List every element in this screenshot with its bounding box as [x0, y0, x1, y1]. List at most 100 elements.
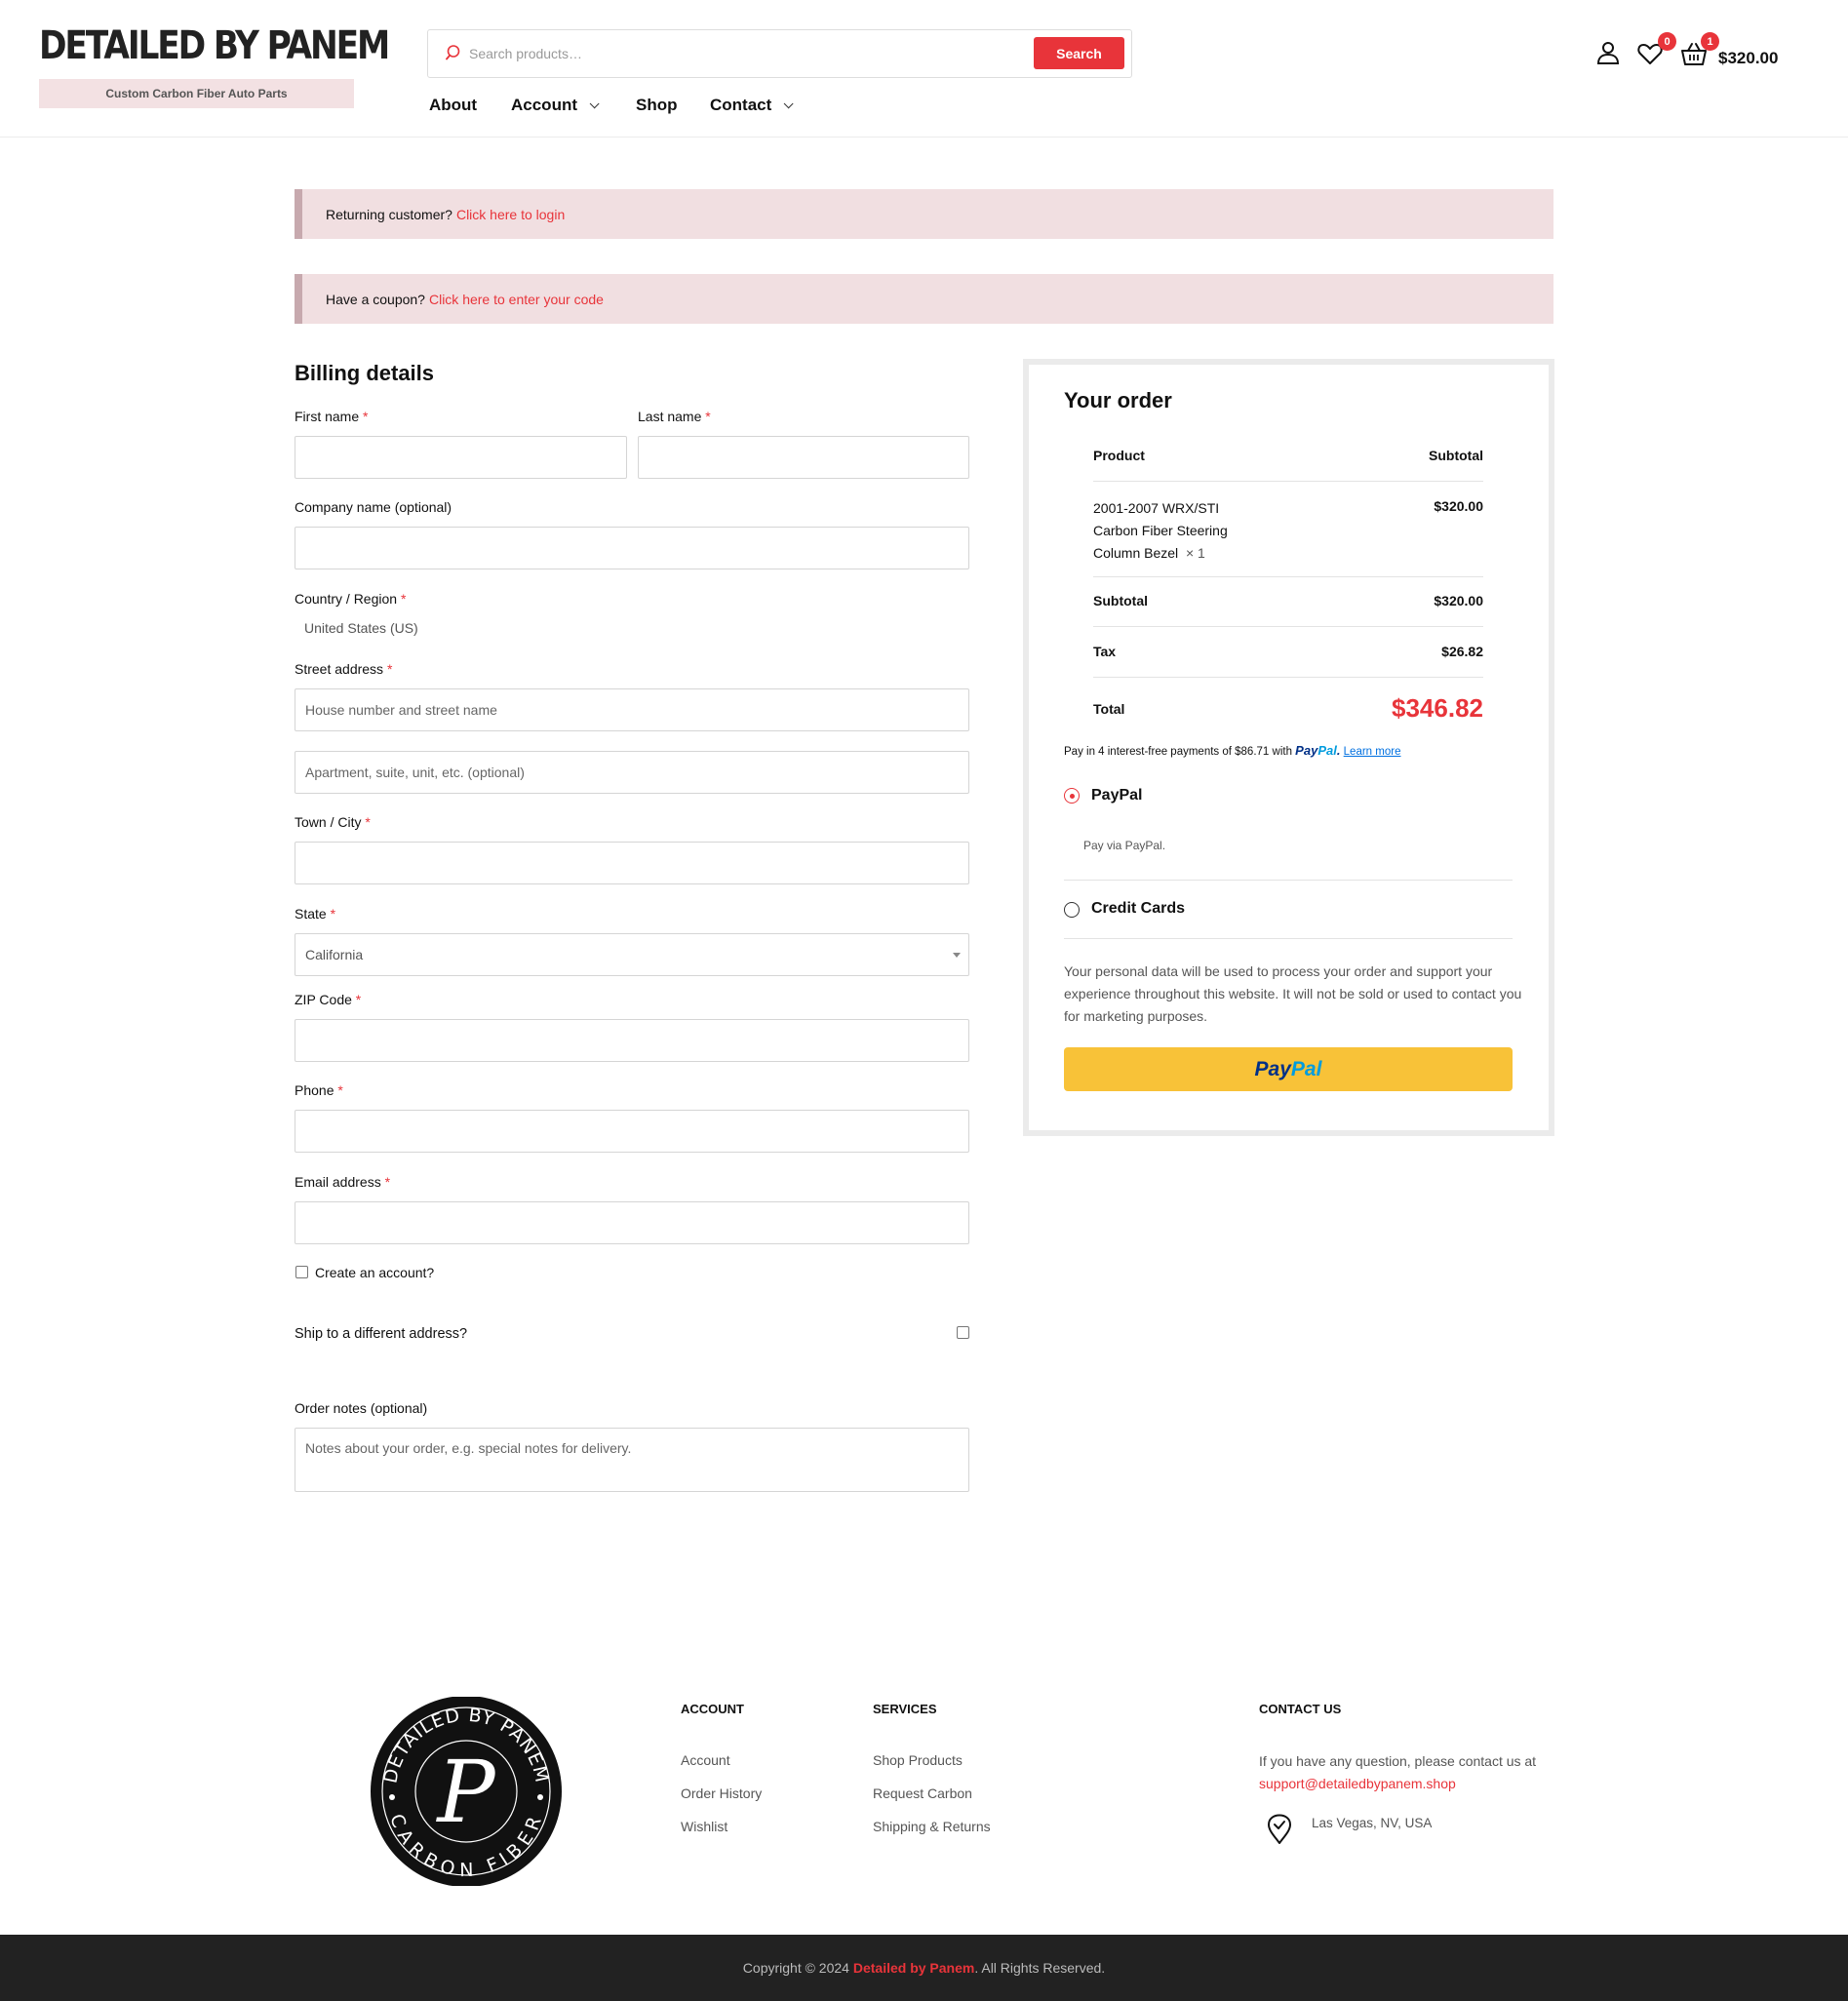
street-address-field[interactable]: House number and street name — [295, 688, 969, 731]
order-col-subtotal: Subtotal — [1429, 448, 1483, 463]
create-account-checkbox[interactable] — [295, 1266, 308, 1278]
street-label: Street address * — [295, 661, 393, 677]
last-name-field[interactable] — [638, 436, 969, 479]
ship-different-label[interactable]: Ship to a different address? — [295, 1326, 467, 1342]
site-logo-title[interactable]: DETAILED BY PANEM — [39, 23, 390, 68]
copyright-brand-link[interactable]: Detailed by Panem — [853, 1960, 975, 1976]
footer-link-shipping-returns[interactable]: Shipping & Returns — [873, 1819, 991, 1834]
footer-services-title: SERVICES — [873, 1702, 937, 1716]
privacy-notice: Your personal data will be used to proce… — [1064, 963, 1522, 1024]
coupon-notice-text: Have a coupon? — [326, 291, 425, 307]
country-label: Country / Region * — [295, 591, 407, 607]
company-field[interactable] — [295, 527, 969, 569]
cart-total[interactable]: $320.00 — [1718, 49, 1778, 68]
main-nav: About Account Shop Contact — [429, 96, 839, 119]
location-pin-icon — [1268, 1814, 1291, 1844]
order-item-qty: × 1 — [1185, 545, 1205, 561]
nav-item-contact[interactable]: Contact — [710, 96, 794, 115]
payment-divider — [1064, 938, 1513, 939]
search-icon — [446, 45, 460, 60]
subtotal-value: $320.00 — [1434, 593, 1483, 608]
order-divider — [1093, 576, 1483, 577]
chevron-down-icon — [783, 98, 794, 108]
billing-title: Billing details — [295, 361, 435, 385]
footer-account-title: ACCOUNT — [681, 1702, 744, 1716]
order-divider — [1093, 626, 1483, 627]
subtotal-label: Subtotal — [1093, 593, 1148, 608]
last-name-label: Last name * — [638, 409, 711, 424]
credit-cards-method-label[interactable]: Credit Cards — [1091, 900, 1185, 918]
first-name-label: First name * — [295, 409, 369, 424]
order-notes-field[interactable]: Notes about your order, e.g. special not… — [295, 1428, 969, 1492]
country-value: United States (US) — [304, 620, 418, 636]
create-account-label[interactable]: Create an account? — [315, 1265, 434, 1280]
phone-field[interactable] — [295, 1110, 969, 1153]
order-item-name: 2001-2007 WRX/STI Carbon Fiber Steering … — [1093, 500, 1228, 561]
user-icon[interactable] — [1594, 39, 1622, 66]
pay-later-message: Pay in 4 interest-free payments of $86.7… — [1064, 743, 1401, 758]
footer-link-shop-products[interactable]: Shop Products — [873, 1752, 963, 1768]
tax-value: $26.82 — [1441, 644, 1483, 659]
order-notes-label: Order notes (optional) — [295, 1400, 428, 1416]
order-item-price: $320.00 — [1434, 498, 1483, 514]
email-field[interactable] — [295, 1201, 969, 1244]
footer-logo: DETAILED BY PANEM CARBON FIBER P — [371, 1697, 562, 1886]
footer-link-order-history[interactable]: Order History — [681, 1785, 762, 1801]
total-label: Total — [1093, 701, 1125, 717]
coupon-notice: Have a coupon? Click here to enter your … — [295, 274, 1553, 324]
city-label: Town / City * — [295, 814, 371, 830]
chevron-down-icon — [589, 98, 600, 108]
paypal-radio[interactable] — [1064, 788, 1080, 804]
tax-label: Tax — [1093, 644, 1117, 659]
city-field[interactable] — [295, 842, 969, 884]
order-col-product: Product — [1093, 448, 1145, 463]
footer-link-wishlist[interactable]: Wishlist — [681, 1819, 727, 1834]
search-button[interactable]: Search — [1034, 37, 1124, 69]
footer-contact-text: If you have any question, please contact… — [1259, 1750, 1571, 1795]
state-label: State * — [295, 906, 336, 922]
credit-cards-radio[interactable] — [1064, 902, 1080, 918]
login-notice: Returning customer? Click here to login — [295, 189, 1553, 239]
learn-more-link[interactable]: Learn more — [1344, 746, 1401, 758]
street-address-2-placeholder: Apartment, suite, unit, etc. (optional) — [305, 765, 525, 780]
footer-contact-title: CONTACT US — [1259, 1702, 1342, 1716]
nav-item-about[interactable]: About — [429, 96, 477, 115]
site-tagline: Custom Carbon Fiber Auto Parts — [39, 79, 354, 108]
footer-location: Las Vegas, NV, USA — [1312, 1816, 1433, 1830]
search-input[interactable] — [469, 38, 957, 69]
order-title: Your order — [1064, 388, 1172, 412]
phone-label: Phone * — [295, 1082, 343, 1098]
payment-divider — [1064, 880, 1513, 881]
state-selected-value: California — [305, 947, 364, 962]
street-address-placeholder: House number and street name — [305, 702, 497, 718]
order-divider — [1093, 481, 1483, 482]
nav-item-account[interactable]: Account — [511, 96, 600, 115]
wishlist-count-badge: 0 — [1658, 32, 1676, 51]
email-label: Email address * — [295, 1174, 391, 1190]
footer-contact-email[interactable]: support@detailedbypanem.shop — [1259, 1773, 1571, 1795]
state-select[interactable]: California — [295, 933, 969, 976]
nav-item-shop[interactable]: Shop — [636, 96, 678, 115]
login-notice-text: Returning customer? — [326, 206, 452, 222]
footer-link-request-carbon[interactable]: Request Carbon — [873, 1785, 972, 1801]
paypal-logo: PayPal. — [1295, 743, 1341, 758]
paypal-method-label[interactable]: PayPal — [1091, 787, 1142, 804]
dropdown-arrow-icon — [953, 953, 961, 958]
search-form: Search — [427, 29, 1132, 78]
zip-field[interactable] — [295, 1019, 969, 1062]
cart-count-badge: 1 — [1701, 32, 1719, 51]
paypal-checkout-button[interactable]: Pay Pal — [1064, 1047, 1513, 1091]
company-label: Company name (optional) — [295, 499, 452, 515]
copyright-bar: Copyright © 2024 Detailed by Panem. All … — [0, 1935, 1848, 2001]
footer-link-account[interactable]: Account — [681, 1752, 730, 1768]
order-notes-placeholder: Notes about your order, e.g. special not… — [305, 1440, 632, 1456]
coupon-link[interactable]: Click here to enter your code — [429, 292, 604, 307]
total-value: $346.82 — [1392, 693, 1483, 723]
street-address-2-field[interactable]: Apartment, suite, unit, etc. (optional) — [295, 751, 969, 794]
zip-label: ZIP Code * — [295, 992, 362, 1007]
ship-different-checkbox[interactable] — [957, 1326, 969, 1339]
first-name-field[interactable] — [295, 436, 627, 479]
paypal-description: Pay via PayPal. — [1083, 839, 1166, 852]
login-link[interactable]: Click here to login — [456, 207, 565, 222]
order-divider — [1093, 677, 1483, 678]
